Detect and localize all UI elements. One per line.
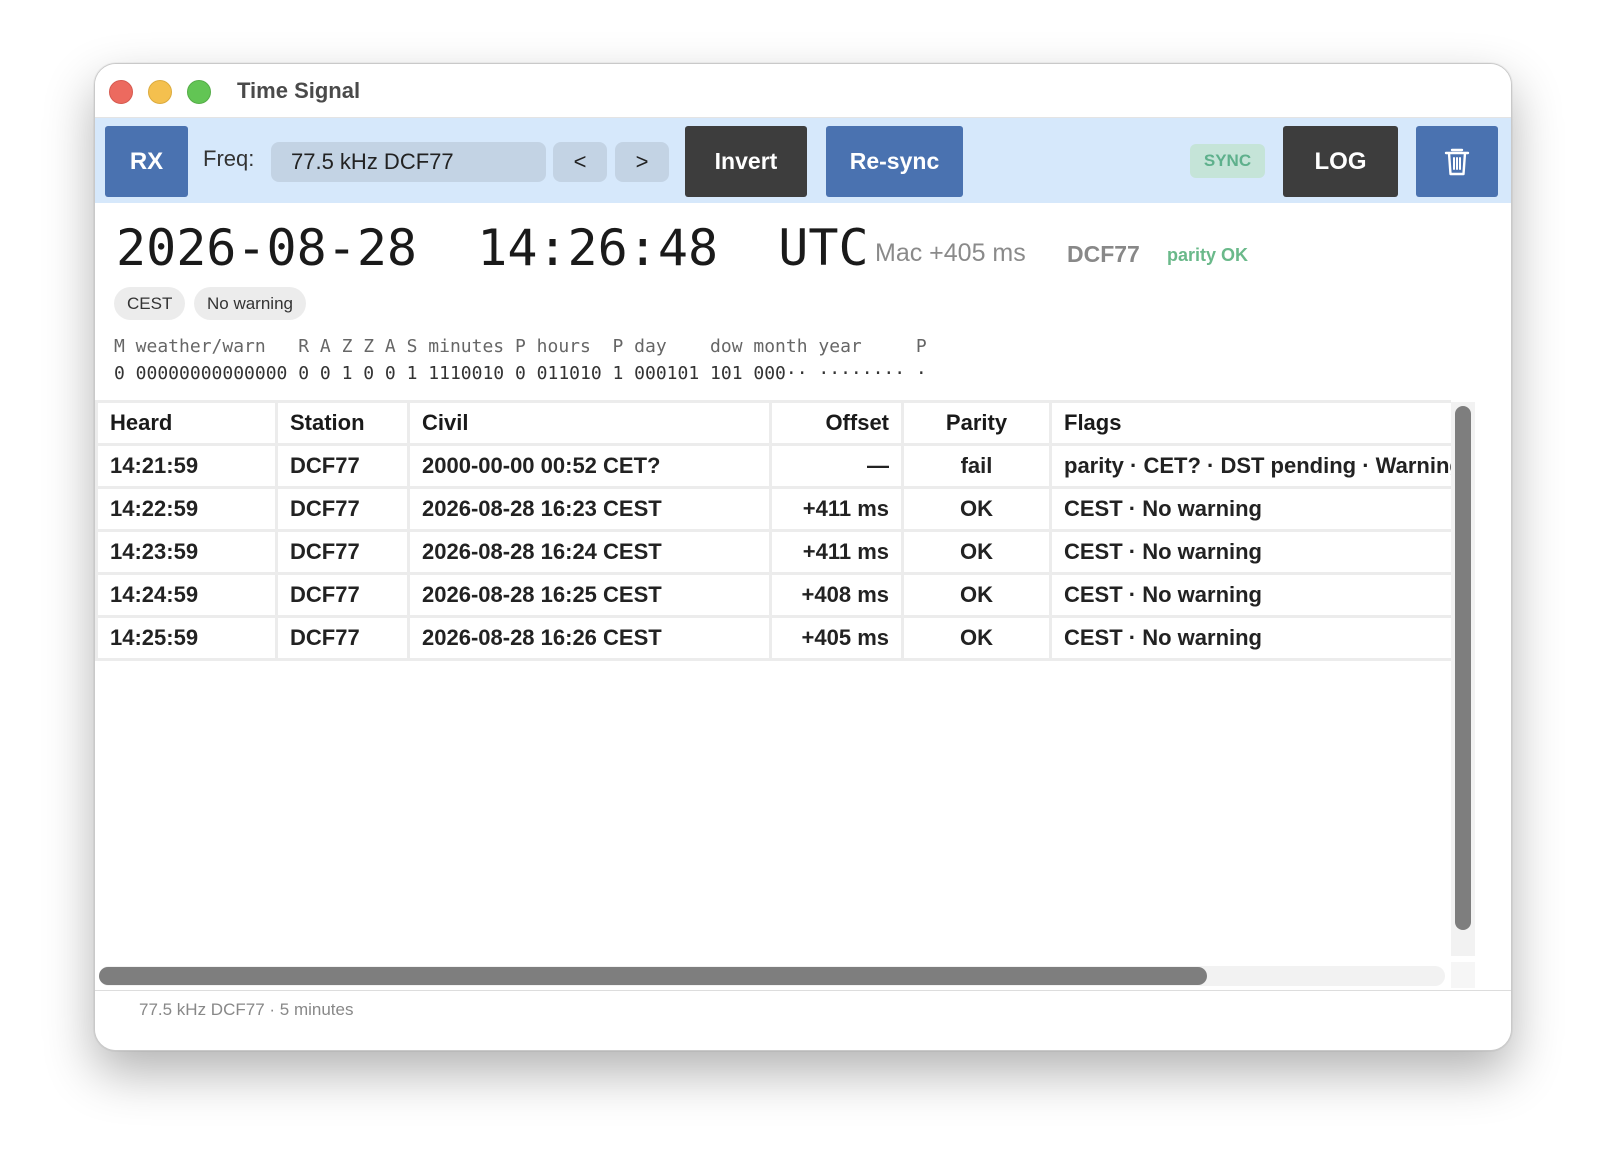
bit-field-header: M weather/warn R A Z Z A S minutes P hou…: [114, 336, 927, 357]
vertical-scrollbar-thumb[interactable]: [1455, 406, 1471, 930]
cell-civil: 2026-08-28 16:26 CEST: [407, 615, 772, 661]
toolbar: RX Freq: 77.5 kHz DCF77 < > Invert Re-sy…: [95, 118, 1511, 203]
cell-offset: +411 ms: [769, 486, 904, 532]
cell-station: DCF77: [275, 615, 410, 661]
col-heard[interactable]: Heard: [95, 400, 278, 446]
status-bar: 77.5 kHz DCF77 · 5 minutes: [95, 990, 1511, 1050]
cell-station: DCF77: [275, 529, 410, 575]
log-table: Heard Station Civil Offset Parity Flags …: [95, 400, 1451, 661]
clock-readout: 2026-08-28 14:26:48 UTC: [116, 219, 869, 277]
maximize-window-button[interactable]: [187, 80, 211, 104]
station-label: DCF77: [1067, 241, 1140, 267]
title-bar[interactable]: Time Signal: [95, 64, 1511, 118]
parity-status: parity OK: [1167, 245, 1249, 265]
status-text: 77.5 kHz DCF77 · 5 minutes: [139, 1000, 354, 1019]
cell-station: DCF77: [275, 486, 410, 532]
freq-select[interactable]: 77.5 kHz DCF77: [271, 142, 546, 182]
freq-label: Freq:: [203, 146, 255, 171]
table-row[interactable]: 14:25:59 DCF77 2026-08-28 16:26 CEST +40…: [95, 615, 1451, 661]
clock-time: 14:26:48: [477, 219, 719, 277]
cell-offset: +408 ms: [769, 572, 904, 618]
cell-parity: fail: [901, 443, 1052, 489]
cell-offset: +405 ms: [769, 615, 904, 661]
invert-button[interactable]: Invert: [685, 126, 807, 197]
bit-field-values: 0 00000000000000 0 0 1 0 0 1 1110010 0 0…: [114, 363, 927, 384]
cell-civil: 2026-08-28 16:23 CEST: [407, 486, 772, 532]
minimize-window-button[interactable]: [148, 80, 172, 104]
cell-parity: OK: [901, 572, 1052, 618]
cell-parity: OK: [901, 615, 1052, 661]
cell-station: DCF77: [275, 572, 410, 618]
warning-chip: No warning: [194, 287, 306, 320]
cell-heard: 14:25:59: [95, 615, 278, 661]
cell-civil: 2000-00-00 00:52 CET?: [407, 443, 772, 489]
scrollbar-corner: [1451, 962, 1475, 988]
prev-freq-button[interactable]: <: [553, 142, 607, 182]
col-civil[interactable]: Civil: [407, 400, 772, 446]
col-offset[interactable]: Offset: [769, 400, 904, 446]
cell-flags: parity · CET? · DST pending · Warning: [1049, 443, 1451, 489]
col-parity[interactable]: Parity: [901, 400, 1052, 446]
next-freq-button[interactable]: >: [615, 142, 669, 182]
resync-button[interactable]: Re-sync: [826, 126, 963, 197]
table-row[interactable]: 14:23:59 DCF77 2026-08-28 16:24 CEST +41…: [95, 529, 1451, 575]
timezone-chip: CEST: [114, 287, 186, 320]
log-table-container: Heard Station Civil Offset Parity Flags …: [95, 400, 1451, 955]
clock-zone: UTC: [778, 219, 869, 277]
mac-offset: Mac +405 ms: [875, 239, 1026, 267]
clock-date: 2026-08-28: [116, 219, 418, 277]
table-row[interactable]: 14:24:59 DCF77 2026-08-28 16:25 CEST +40…: [95, 572, 1451, 618]
table-row[interactable]: 14:21:59 DCF77 2000-00-00 00:52 CET? — f…: [95, 443, 1451, 489]
cell-heard: 14:21:59: [95, 443, 278, 489]
clear-log-button[interactable]: [1416, 126, 1498, 197]
cell-heard: 14:22:59: [95, 486, 278, 532]
col-station[interactable]: Station: [275, 400, 410, 446]
cell-civil: 2026-08-28 16:24 CEST: [407, 529, 772, 575]
table-row[interactable]: 14:22:59 DCF77 2026-08-28 16:23 CEST +41…: [95, 486, 1451, 532]
cell-flags: CEST · No warning: [1049, 486, 1451, 532]
horizontal-scrollbar-thumb[interactable]: [99, 967, 1207, 985]
table-header-row: Heard Station Civil Offset Parity Flags: [95, 400, 1451, 446]
cell-flags: CEST · No warning: [1049, 615, 1451, 661]
sync-badge: SYNC: [1190, 144, 1265, 178]
rx-button[interactable]: RX: [105, 126, 188, 197]
window-title: Time Signal: [237, 78, 361, 103]
cell-civil: 2026-08-28 16:25 CEST: [407, 572, 772, 618]
cell-heard: 14:23:59: [95, 529, 278, 575]
cell-offset: +411 ms: [769, 529, 904, 575]
trash-icon: [1444, 148, 1470, 175]
close-window-button[interactable]: [109, 80, 133, 104]
col-flags[interactable]: Flags: [1049, 400, 1451, 446]
log-button[interactable]: LOG: [1283, 126, 1398, 197]
cell-heard: 14:24:59: [95, 572, 278, 618]
app-window: Time Signal RX Freq: 77.5 kHz DCF77 < > …: [94, 63, 1512, 1051]
cell-station: DCF77: [275, 443, 410, 489]
cell-flags: CEST · No warning: [1049, 529, 1451, 575]
cell-flags: CEST · No warning: [1049, 572, 1451, 618]
cell-parity: OK: [901, 529, 1052, 575]
cell-offset: —: [769, 443, 904, 489]
cell-parity: OK: [901, 486, 1052, 532]
